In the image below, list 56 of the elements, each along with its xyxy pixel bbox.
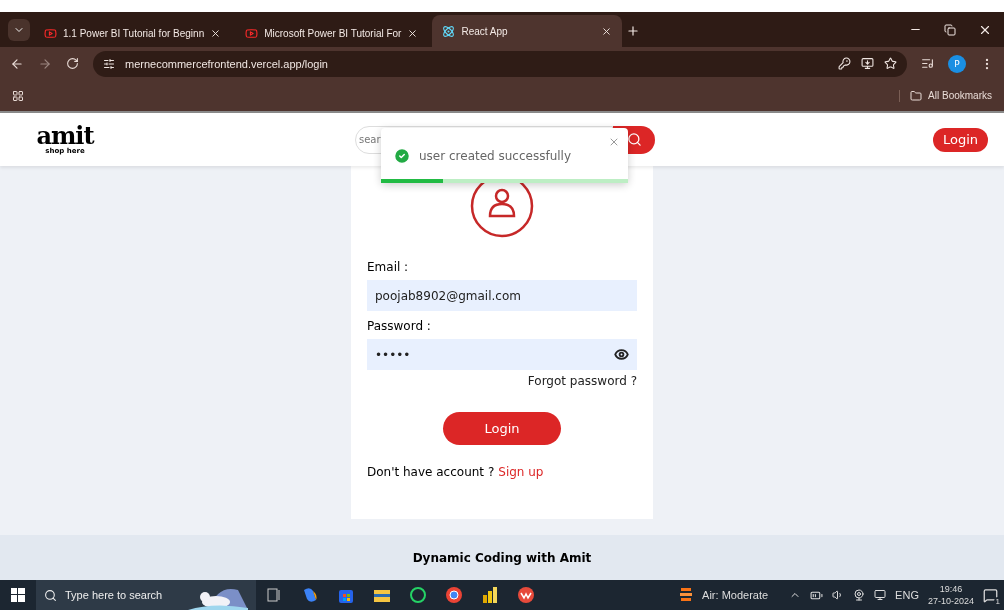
task-view-icon[interactable] [267,588,281,602]
browser-icon[interactable] [445,586,463,604]
copilot-icon[interactable] [301,586,319,604]
footer-text: Dynamic Coding with Amit [0,535,1004,580]
close-icon[interactable] [210,27,222,39]
reload-icon[interactable] [66,57,79,70]
app-icon[interactable] [517,586,535,604]
media-icon[interactable] [921,57,934,70]
new-tab-icon[interactable] [626,24,641,38]
notification-count: 1 [993,596,1002,606]
login-button[interactable]: Login [932,127,988,152]
language-indicator[interactable]: ENG [895,589,919,601]
weather-text[interactable]: Air: Moderate [702,589,769,601]
video-icon [44,26,57,40]
toast-message: user created successfully [419,148,572,163]
email-label: Email : [367,260,410,274]
logo-text[interactable]: amit [36,124,94,147]
restore-icon[interactable] [944,23,956,36]
password-field[interactable]: ••••• [367,339,637,370]
back-icon[interactable] [10,56,24,71]
taskbar-search-field[interactable]: Type here to search [36,580,256,610]
close-icon[interactable] [601,25,613,37]
search-icon[interactable] [626,132,642,147]
chat-bubble-icon[interactable] [409,586,427,604]
password-label: Password : [367,319,432,333]
success-icon [393,146,411,165]
bar-chart-icon[interactable] [482,586,498,604]
network-icon[interactable] [874,589,887,601]
clock-date[interactable]: 27-10-2024 [927,595,974,607]
notification-icon[interactable] [983,587,998,603]
signup-link[interactable]: Sign up [498,465,544,479]
tab-list-button[interactable] [8,19,30,41]
atom-icon [442,24,456,38]
windows-logo-icon[interactable] [11,588,25,602]
browser-tab[interactable]: React App [432,15,623,47]
search-icon[interactable] [44,588,57,602]
browser-tab[interactable]: Microsoft Power BI Tutorial For [235,19,429,47]
browser-tab[interactable]: 1.1 Power BI Tutorial for Beginn [34,19,232,47]
bookmarks-folder[interactable]: All Bookmarks [899,89,992,102]
close-icon[interactable] [407,27,419,39]
login-button[interactable]: Login [443,412,561,445]
forward-icon[interactable] [38,56,52,71]
forgot-password-link[interactable]: Forgot password ? [527,374,637,388]
weather-icon [679,587,694,603]
site-settings-icon[interactable] [103,57,115,70]
bookmark-star-icon[interactable] [884,57,897,70]
address-bar[interactable]: mernecommercefrontend.vercel.app/login [93,50,907,77]
install-icon[interactable] [861,57,874,70]
video-icon [245,26,259,40]
apps-grid-icon[interactable] [12,89,24,102]
eye-icon[interactable] [614,347,629,362]
clock-time[interactable]: 19:46 [939,583,963,595]
camera-icon[interactable] [853,589,866,601]
email-field[interactable]: poojab8902@gmail.com [367,280,637,311]
key-icon[interactable] [838,57,851,70]
signup-prompt: Don't have account ? [367,465,495,479]
